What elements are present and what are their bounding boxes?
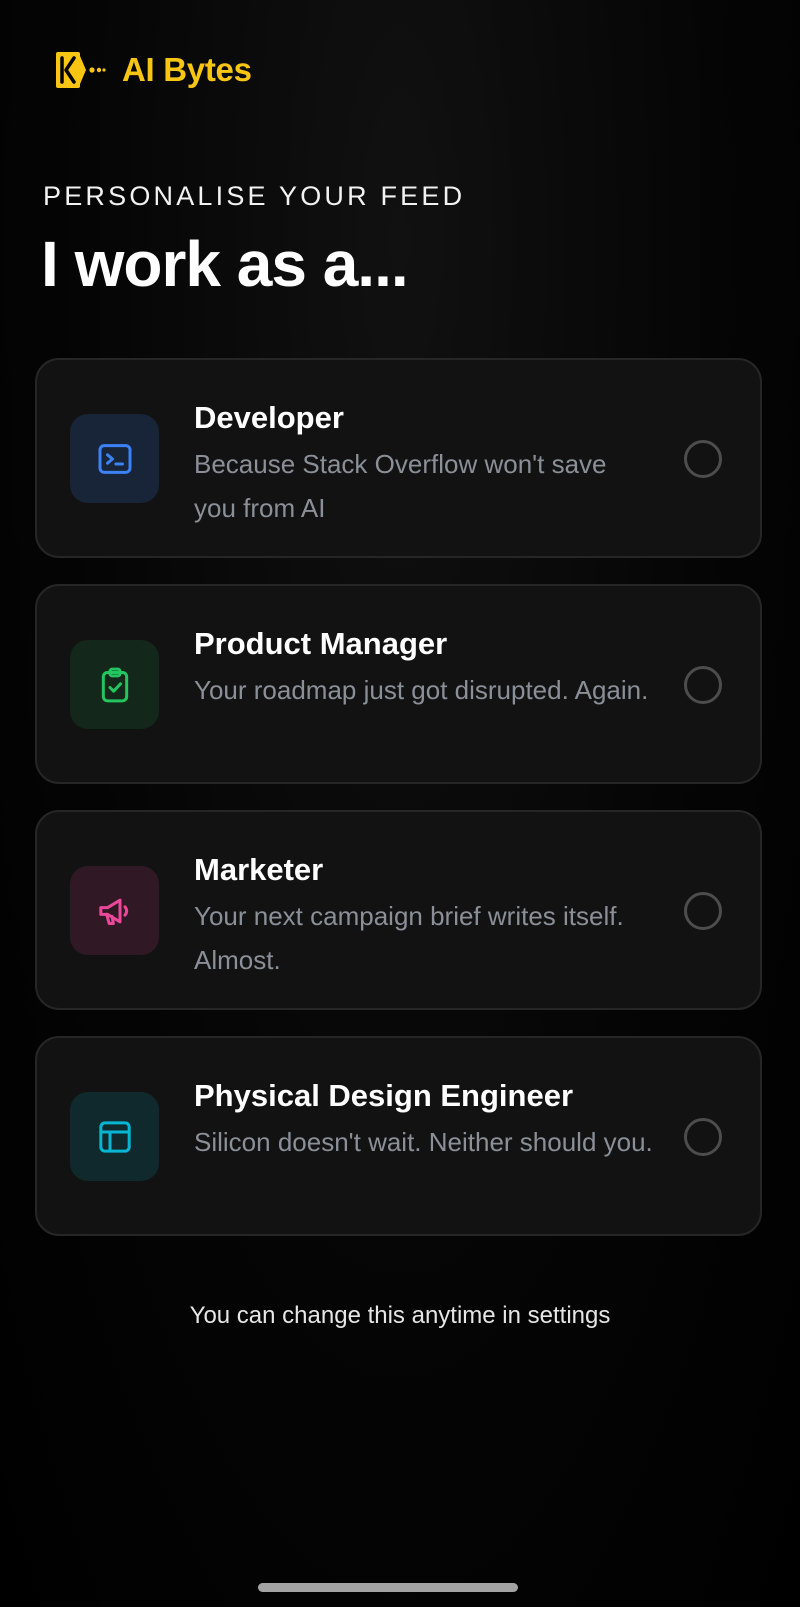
option-text: Marketer Your next campaign brief writes… <box>194 848 654 982</box>
option-description: Your next campaign brief writes itself. … <box>194 901 624 975</box>
section-eyebrow: PERSONALISE YOUR FEED <box>43 181 466 211</box>
page-title: I work as a... <box>41 228 409 300</box>
radio-button[interactable] <box>684 1118 722 1156</box>
option-marketer[interactable]: Marketer Your next campaign brief writes… <box>35 810 762 1010</box>
home-indicator[interactable] <box>258 1583 518 1592</box>
option-title: Physical Design Engineer <box>194 1078 574 1113</box>
marketer-icon-tile <box>70 866 159 955</box>
radio-button[interactable] <box>684 440 722 478</box>
option-physical-design-engineer[interactable]: Physical Design Engineer Silicon doesn't… <box>35 1036 762 1236</box>
radio-button[interactable] <box>684 892 722 930</box>
radio-button[interactable] <box>684 666 722 704</box>
ai-bytes-logo-icon <box>56 52 106 88</box>
option-description: Because Stack Overflow won't save you fr… <box>194 449 607 523</box>
layout-icon <box>98 1120 131 1153</box>
option-text: Developer Because Stack Overflow won't s… <box>194 396 654 530</box>
option-text: Product Manager Your roadmap just got di… <box>194 622 654 712</box>
option-title: Product Manager <box>194 626 448 661</box>
clipboard-check-icon <box>101 667 128 702</box>
option-product-manager[interactable]: Product Manager Your roadmap just got di… <box>35 584 762 784</box>
developer-icon-tile <box>70 414 159 503</box>
app-name: AI Bytes <box>122 51 252 88</box>
settings-hint: You can change this anytime in settings <box>189 1302 611 1329</box>
brand-header: AI Bytes <box>54 48 252 92</box>
option-text: Physical Design Engineer Silicon doesn't… <box>194 1074 654 1164</box>
physical-design-engineer-icon-tile <box>70 1092 159 1181</box>
role-options-list: Developer Because Stack Overflow won't s… <box>35 358 762 1262</box>
option-developer[interactable]: Developer Because Stack Overflow won't s… <box>35 358 762 558</box>
option-title: Marketer <box>194 852 324 887</box>
option-description: Your roadmap just got disrupted. Again. <box>194 675 649 705</box>
product-manager-icon-tile <box>70 640 159 729</box>
megaphone-icon <box>98 898 128 925</box>
terminal-icon <box>98 443 131 474</box>
option-description: Silicon doesn't wait. Neither should you… <box>194 1127 653 1157</box>
option-title: Developer <box>194 400 344 435</box>
